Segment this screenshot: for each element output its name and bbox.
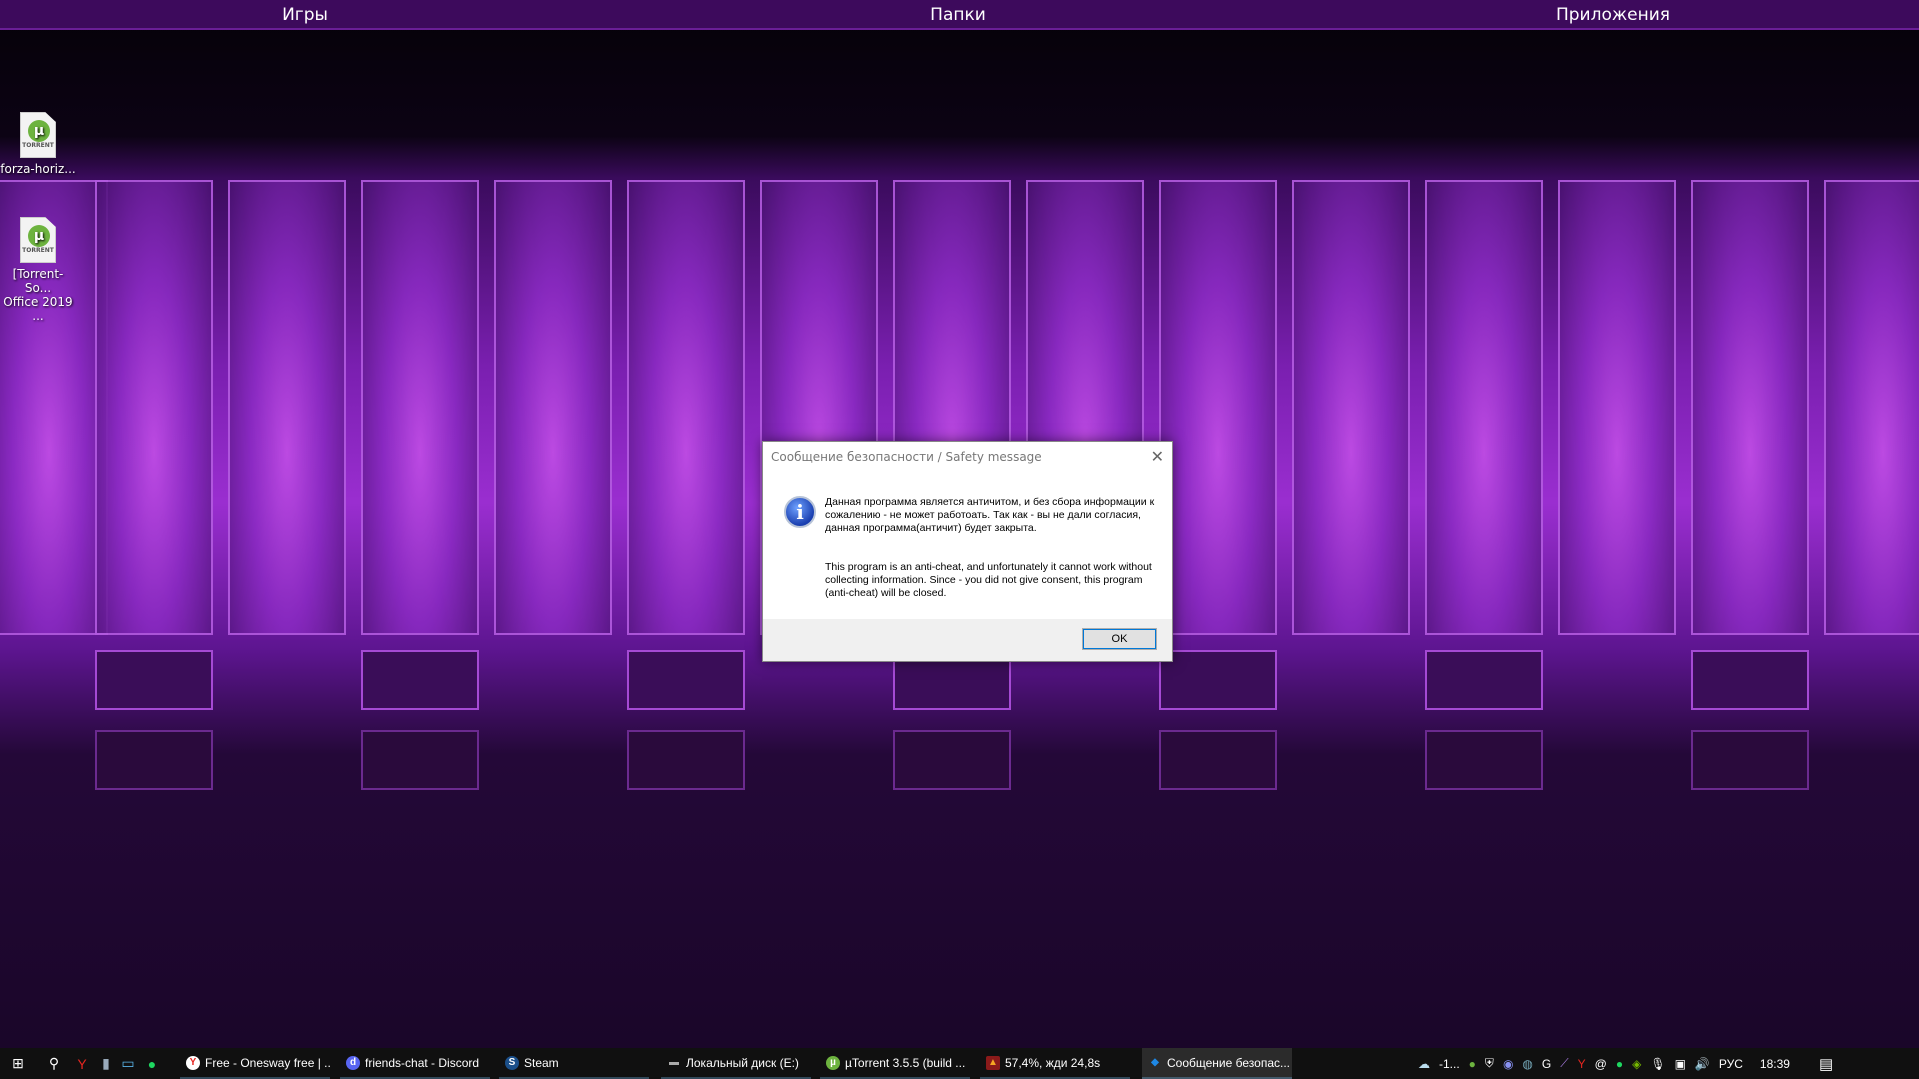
wallpaper-panel (228, 180, 346, 635)
wallpaper-panel (361, 730, 479, 790)
wallpaper-panel (95, 650, 213, 710)
wallpaper-panel (1292, 180, 1410, 635)
weather-cloud-icon[interactable]: ☁ (1418, 1057, 1430, 1071)
yandex-tray-icon[interactable]: Y (1578, 1057, 1586, 1071)
wallpaper-panel (1824, 180, 1919, 635)
dialog-footer: OK (763, 619, 1172, 661)
weather-temp[interactable]: -1... (1439, 1057, 1460, 1071)
taskbar-button-label: friends-chat - Discord (365, 1055, 480, 1070)
feather-tray-icon[interactable]: ⟋ (1560, 1056, 1568, 1071)
fence-folders[interactable]: Папки (930, 5, 986, 25)
fence-apps[interactable]: Приложения (1556, 5, 1670, 25)
wallpaper-panel (1425, 730, 1543, 790)
torrent-file-icon: µ TORRENT (20, 217, 56, 263)
wallpaper-panel (1159, 650, 1277, 710)
windows-start-icon[interactable]: ⊞ (6, 1048, 30, 1079)
language-indicator[interactable]: РУС (1719, 1057, 1743, 1071)
steam-tray-icon[interactable]: ◍ (1522, 1057, 1532, 1071)
taskbar-button-discord[interactable]: d friends-chat - Discord (340, 1048, 490, 1079)
taskbar-button-label: Steam (524, 1055, 559, 1070)
wallpaper-panel (1691, 650, 1809, 710)
fences-bar: Игры Папки Приложения (0, 0, 1919, 30)
taskbar-button-label: Локальный диск (E:) (686, 1055, 799, 1070)
desktop-icon-label: forza-horiz... (0, 162, 76, 176)
clock[interactable]: 18:39 (1760, 1057, 1790, 1071)
wallpaper-panel (361, 180, 479, 635)
taskbar-button-safety-message[interactable]: ◆ Сообщение безопас... (1142, 1048, 1292, 1079)
wallpaper-panel (1425, 180, 1543, 635)
wallpaper-panel (893, 730, 1011, 790)
wallpaper-panel (627, 180, 745, 635)
wallpaper-panel (627, 650, 745, 710)
security-tray-icon[interactable]: ⛨ (1485, 1056, 1494, 1071)
wallpaper-panel (1159, 730, 1277, 790)
spotify-icon[interactable]: ● (140, 1048, 164, 1079)
desktop-icon-label: [Torrent-So... (12, 267, 64, 295)
app-warning-icon: ▲ (986, 1055, 1000, 1070)
nvidia-tray-icon[interactable]: ◈ (1632, 1057, 1641, 1071)
wallpaper-panel (1691, 730, 1809, 790)
spotify-tray-icon[interactable]: ● (1616, 1057, 1623, 1071)
safety-message-dialog: Сообщение безопасности / Safety message … (762, 441, 1173, 662)
taskbar-button-label: Free - Onesway free | ... (205, 1055, 330, 1070)
wallpaper-panel (627, 730, 745, 790)
ok-button[interactable]: OK (1082, 628, 1157, 650)
taskbar-button-label: µTorrent 3.5.5 (build ... (845, 1055, 966, 1070)
notification-center-icon[interactable]: ▤ (1819, 1055, 1833, 1073)
microphone-icon[interactable]: 🎙 (1650, 1057, 1665, 1071)
utorrent-icon: µ (826, 1055, 840, 1070)
utorrent-tray-icon[interactable]: ● (1469, 1057, 1476, 1071)
desktop-icon-office-torrent[interactable]: µ TORRENT [Torrent-So... Office 2019 ... (0, 217, 76, 323)
wallpaper-panel (1558, 180, 1676, 635)
yandex-browser-icon[interactable]: Y (70, 1048, 94, 1079)
discord-icon: d (346, 1055, 360, 1070)
fence-games[interactable]: Игры (282, 5, 328, 25)
dialog-title: Сообщение безопасности / Safety message (771, 450, 1042, 464)
taskbar-button-utorrent[interactable]: µ µTorrent 3.5.5 (build ... (820, 1048, 970, 1079)
desktop-icon-forza-torrent[interactable]: µ TORRENT forza-horiz... (0, 112, 76, 176)
wallpaper-panel (361, 650, 479, 710)
taskbar-button-steam[interactable]: S Steam (499, 1048, 649, 1079)
app-tray-icon[interactable]: G (1542, 1057, 1551, 1071)
wallpaper-panel (494, 180, 612, 635)
wallpaper-panel (1159, 180, 1277, 635)
close-icon[interactable]: ✕ (1151, 447, 1164, 466)
info-icon: i (784, 496, 816, 528)
wallpaper-panel (95, 730, 213, 790)
taskbar-button-label: 57,4%, жди 24,8s (1005, 1055, 1101, 1070)
yandex-browser-icon: Y (186, 1055, 200, 1070)
drive-icon: ▬ (669, 1056, 679, 1068)
message-english: This program is an anti-cheat, and unfor… (825, 561, 1152, 599)
wallpaper-panel (1425, 650, 1543, 710)
wallpaper-panel (95, 180, 213, 635)
computer-icon[interactable]: ▭ (116, 1048, 140, 1079)
network-icon[interactable]: ▣ (1675, 1057, 1686, 1071)
recycle-bin-icon[interactable]: ▮ (94, 1048, 118, 1079)
mail-tray-icon[interactable]: @ (1595, 1057, 1607, 1071)
taskbar-button-label: Сообщение безопас... (1167, 1055, 1290, 1070)
volume-icon[interactable]: 🔊 (1695, 1057, 1710, 1071)
taskbar-button-yandex[interactable]: Y Free - Onesway free | ... (180, 1048, 330, 1079)
taskbar-button-local-disk[interactable]: ▬ Локальный диск (E:) (661, 1048, 811, 1079)
system-tray: ☁ -1... ● ⛨ ◉ ◍ G ⟋ Y @ ● ◈ 🎙 ▣ 🔊 РУС 18… (1418, 1048, 1833, 1079)
search-icon[interactable]: ⚲ (42, 1048, 66, 1079)
steam-icon: S (505, 1055, 519, 1070)
message-russian: Данная программа является античитом, и б… (825, 496, 1155, 534)
taskbar: ⊞ ⚲ Y ▮ ▭ ● Y Free - Onesway free | ... d… (0, 1048, 1919, 1079)
taskbar-button-progress-app[interactable]: ▲ 57,4%, жди 24,8s (980, 1048, 1130, 1079)
shield-icon: ◆ (1151, 1056, 1159, 1068)
discord-tray-icon[interactable]: ◉ (1503, 1057, 1513, 1071)
desktop-icon-label: Office 2019 ... (3, 295, 73, 323)
torrent-file-icon: µ TORRENT (20, 112, 56, 158)
wallpaper-panel (1691, 180, 1809, 635)
